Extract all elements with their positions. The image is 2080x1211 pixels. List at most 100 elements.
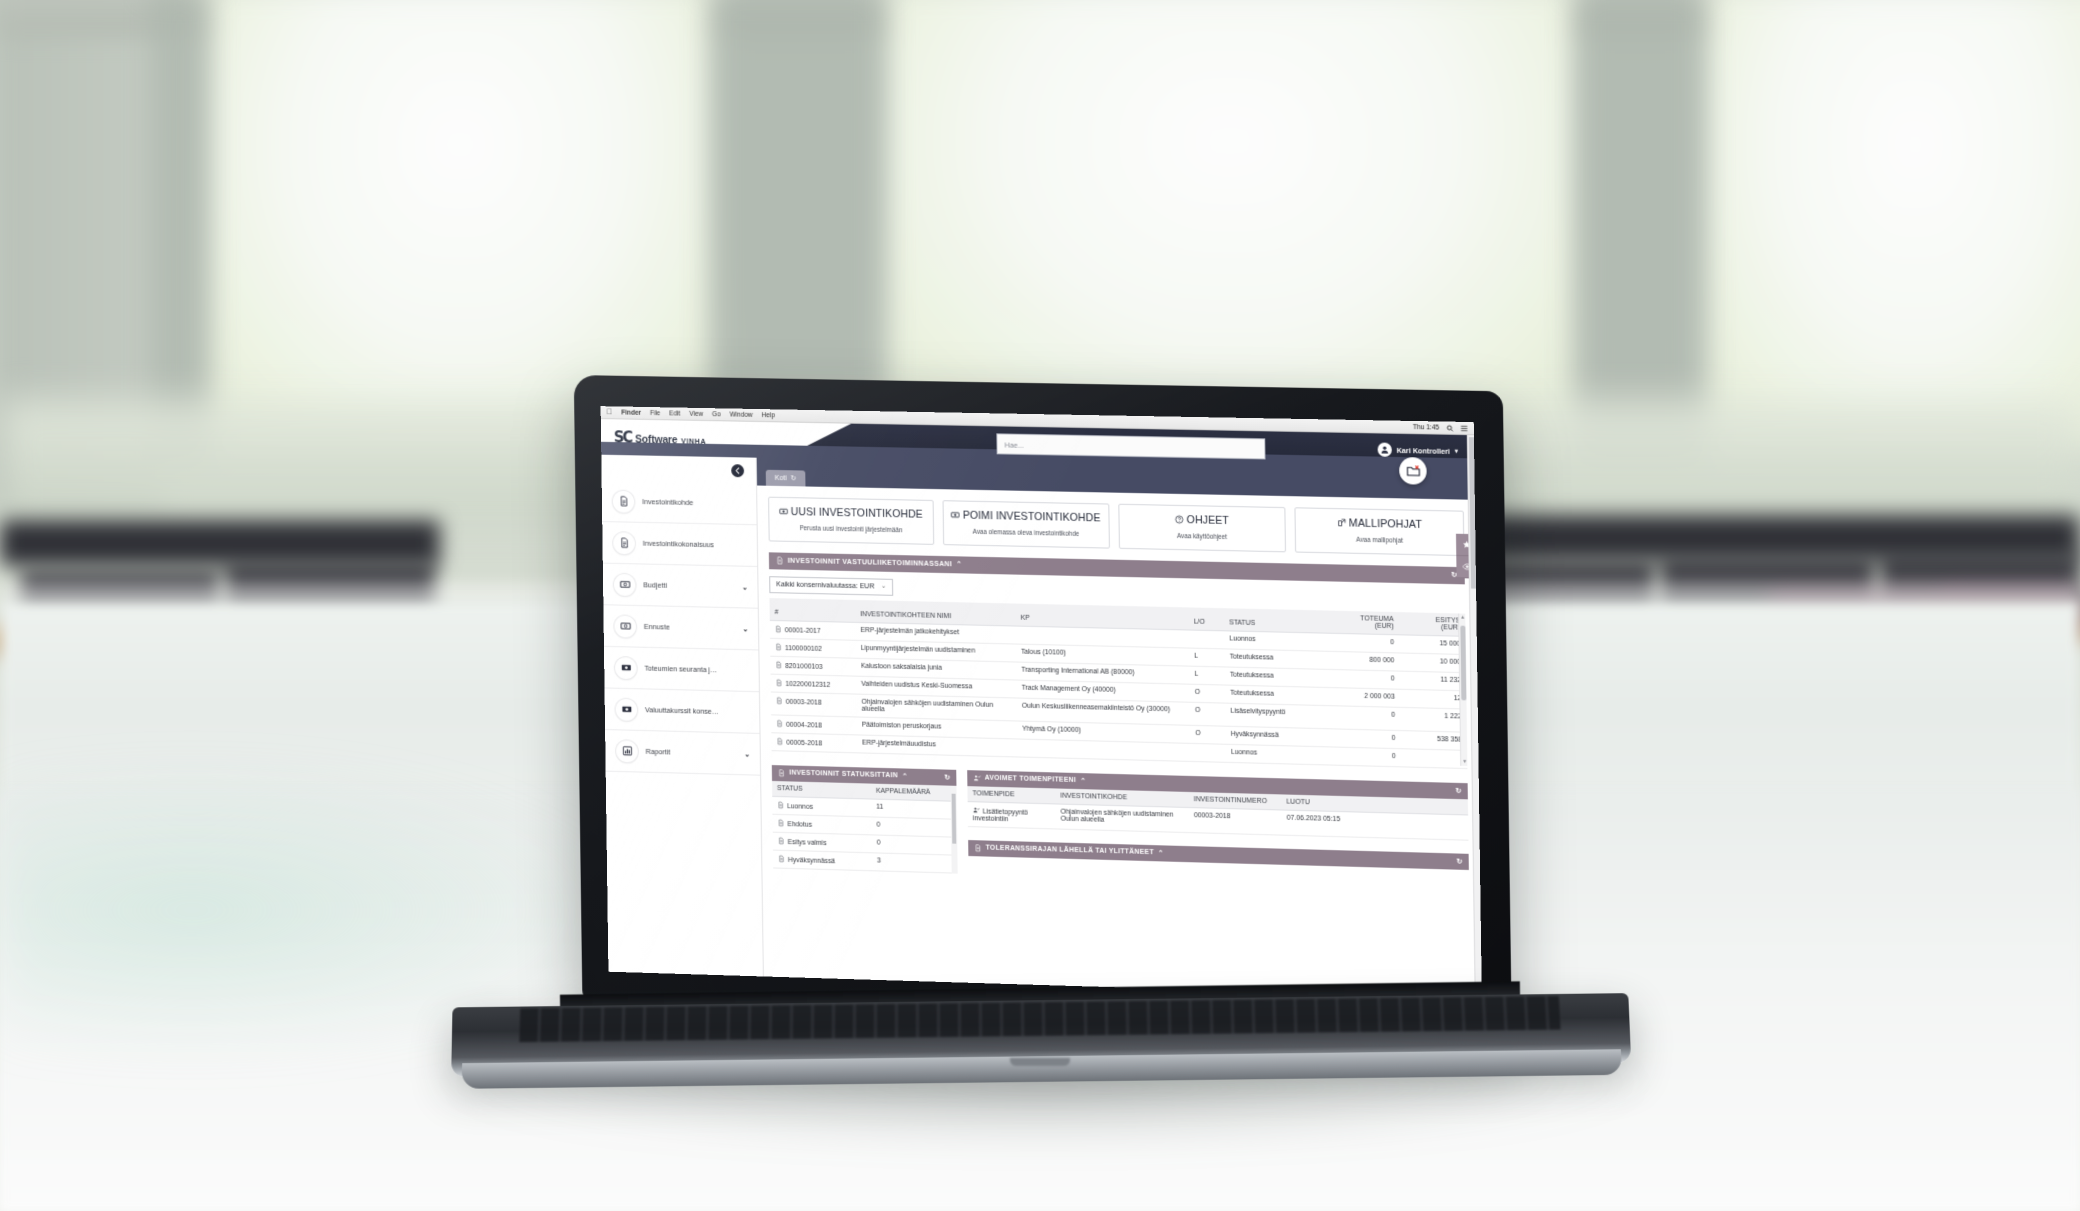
cell-lo — [1190, 743, 1227, 763]
sidebar-item-investointikokonaisuus[interactable]: Investointikokonaisuus — [602, 522, 758, 567]
refresh-icon[interactable]: ↻ — [791, 474, 797, 482]
cell-id: 102200012312 — [770, 673, 857, 694]
user-check-icon — [974, 774, 981, 781]
tab-koti[interactable]: Koti ↻ — [765, 469, 806, 487]
card-uusi-investointikohde[interactable]: UUSI INVESTOINTIKOHDE Perusta uusi inves… — [768, 496, 934, 545]
apple-icon[interactable]:  — [607, 407, 613, 416]
refresh-icon[interactable]: ↻ — [1455, 787, 1461, 795]
col-id[interactable]: # — [769, 597, 856, 623]
folder-remove-button[interactable] — [1399, 456, 1427, 485]
document-icon — [777, 801, 784, 809]
table-row[interactable]: Hyväksynnässä 3 — [772, 849, 958, 873]
cell-count: 3 — [871, 852, 958, 873]
laptop-device:  Finder File Edit View Go Window Help T… — [0, 0, 2080, 1211]
card-title-text: OHJEET — [1186, 514, 1230, 528]
laptop-trackpad-notch — [1010, 1058, 1070, 1066]
card-mallipohjat[interactable]: MALLIPOHJAT Avaa mallipohjat — [1294, 507, 1465, 556]
tab-label: Koti — [774, 474, 787, 482]
cell-status: Toteutuksessa — [1224, 648, 1327, 670]
refresh-icon[interactable]: ↻ — [1456, 857, 1462, 865]
avatar — [1377, 442, 1392, 457]
menu-item-help[interactable]: Help — [762, 412, 775, 419]
collapse-arrow-icon[interactable]: ⌃ — [956, 561, 962, 569]
cell-esitys: 15 000 — [1399, 634, 1466, 655]
cell-id-text: 1100000102 — [784, 644, 822, 653]
refresh-icon[interactable]: ↻ — [944, 773, 950, 781]
menu-item-edit[interactable]: Edit — [669, 410, 680, 417]
table-scrollbar[interactable]: ▲ ▼ — [1458, 613, 1468, 766]
sidebar: Investointikohde Investointikokonaisuus — [601, 454, 764, 977]
search-icon[interactable] — [1446, 424, 1453, 431]
document-icon — [776, 719, 783, 727]
menu-item-go[interactable]: Go — [712, 411, 721, 418]
status-panel-scrollbar[interactable] — [950, 785, 958, 874]
col-lo[interactable]: L/O — [1188, 607, 1225, 631]
chevron-down-icon: ⌄ — [744, 750, 751, 759]
tolerance-panel-title: TOLERANSSIRAJAN LÄHELLÄ TAI YLITTÄNEET — [985, 844, 1154, 857]
collapse-arrow-icon[interactable]: ⌃ — [902, 772, 908, 780]
card-title-text: MALLIPOHJAT — [1348, 517, 1423, 532]
bar-chart-icon — [616, 739, 638, 763]
card-subtitle: Avaa mallipohjat — [1356, 536, 1403, 545]
sidebar-item-valuuttakurssit[interactable]: Valuuttakurssit konse… — [604, 688, 760, 734]
col-status[interactable]: STATUS — [1223, 608, 1326, 633]
collapse-arrow-icon[interactable]: ⌃ — [1158, 849, 1164, 857]
menu-item-window[interactable]: Window — [730, 411, 753, 418]
menu-item-finder[interactable]: Finder — [621, 409, 641, 416]
cell-id: 00005-2018 — [771, 732, 858, 753]
sidebar-collapse-button[interactable] — [731, 464, 745, 478]
sidebar-item-label: Budjetti — [643, 580, 667, 590]
cell-esitys — [1400, 748, 1468, 769]
sidebar-item-label: Valuuttakurssit konse… — [644, 705, 719, 717]
card-subtitle: Avaa olemassa oleva investointikohde — [972, 528, 1080, 538]
document-icon — [778, 854, 785, 862]
document-icon — [775, 625, 782, 633]
tolerance-panel-header[interactable]: TOLERANSSIRAJAN LÄHELLÄ TAI YLITTÄNEET ⌃… — [968, 839, 1469, 870]
scrollbar-thumb[interactable] — [951, 793, 957, 844]
cell-name: ERP-järjestelmäuudistus — [856, 734, 1018, 757]
menu-item-view[interactable]: View — [689, 410, 703, 417]
cell-id-text: 00003-2018 — [785, 698, 822, 707]
cell-toteuma: 0 — [1325, 632, 1400, 653]
sidebar-item-toteumien-seuranta[interactable]: Toteumien seuranta j… — [603, 646, 759, 693]
cell-status: Luonnos — [1224, 630, 1326, 652]
cell-lo: O — [1189, 683, 1226, 703]
sidebar-item-label: Toteumien seuranta j… — [644, 663, 718, 675]
cell-investointikohde: Ohjainvalojen sähköjen uudistaminen Oulu… — [1055, 803, 1190, 833]
sidebar-item-investointikohde[interactable]: Investointikohde — [601, 480, 757, 526]
card-title: UUSI INVESTOINTIKOHDE — [775, 506, 927, 523]
sidebar-item-raportit[interactable]: Raportit ⌄ — [605, 730, 761, 776]
cell-investointinumero: 00003-2018 — [1188, 807, 1282, 835]
cell-status-text: Ehdotus — [787, 820, 813, 829]
open-actions-title: AVOIMET TOIMENPITEENI — [984, 774, 1077, 785]
card-ohjeet[interactable]: OHJEET Avaa käyttöohjeet — [1117, 503, 1287, 553]
scroll-down-icon[interactable]: ▼ — [1462, 759, 1467, 765]
user-menu[interactable]: Kari Kontrolleri ▾ — [1377, 442, 1458, 458]
col-toteuma[interactable]: TOTEUMA (EUR) — [1325, 610, 1400, 635]
scrollbar-thumb[interactable] — [1460, 625, 1467, 701]
cell-esitys: 538 358 — [1400, 730, 1468, 751]
card-poimi-investointikohde[interactable]: POIMI INVESTOINTIKOHDE Avaa olemassa ole… — [942, 500, 1110, 549]
laptop-screen:  Finder File Edit View Go Window Help T… — [600, 406, 1482, 999]
scroll-up-icon[interactable]: ▲ — [1460, 614, 1465, 620]
document-icon — [776, 557, 784, 565]
collapse-arrow-icon[interactable]: ⌃ — [1080, 777, 1086, 785]
cell-lo: L — [1189, 665, 1225, 685]
cell-toteuma: 0 — [1326, 728, 1401, 749]
user-name: Kari Kontrolleri — [1396, 445, 1450, 456]
document-icon — [776, 696, 783, 704]
logo-mark: SC — [613, 428, 632, 447]
money-icon — [779, 507, 788, 520]
sidebar-item-budjetti[interactable]: Budjetti ⌄ — [602, 563, 758, 609]
cell-toimenpide-text: Lisätietopyyntö investointiin — [972, 808, 1028, 823]
cell-id-text: 00001-2017 — [784, 627, 821, 635]
menu-item-file[interactable]: File — [650, 410, 661, 417]
app-logo[interactable]: SC Software VINHA — [601, 428, 707, 448]
sidebar-item-ennuste[interactable]: Ennuste ⌄ — [603, 605, 759, 651]
list-icon[interactable] — [1461, 424, 1468, 431]
col-esitys[interactable]: ESITYS (EUR) — [1398, 611, 1466, 637]
cell-status-text: Luonnos — [787, 803, 814, 811]
currency-select[interactable]: Kaikki konsernivaluutassa: EUR ⌄ — [769, 575, 894, 596]
cell-toteuma: 0 — [1326, 669, 1400, 690]
cell-id: 00003-2018 — [770, 691, 857, 717]
